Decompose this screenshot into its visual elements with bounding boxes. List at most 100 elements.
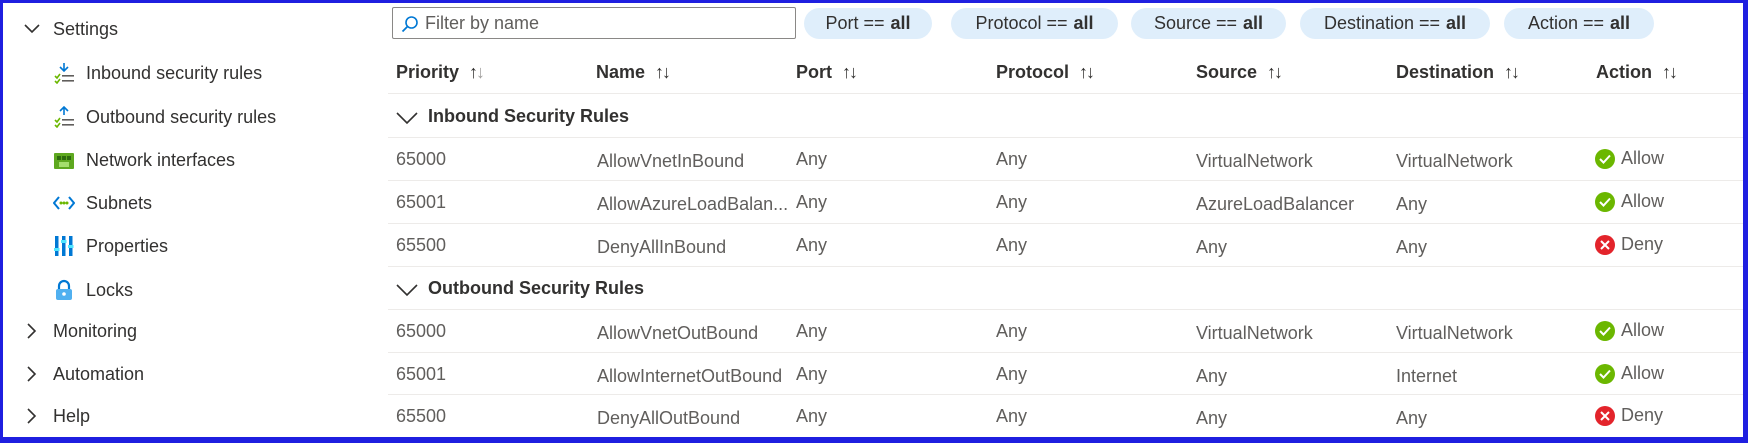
cell-protocol: Any [996, 406, 1028, 426]
cell-destination: Internet [1396, 366, 1458, 386]
sort-icon: ↑↓ [1504, 61, 1520, 82]
sort-icon: ↑↓ [655, 61, 671, 82]
row-divider [388, 309, 1743, 310]
sidebar-item-subnets[interactable]: Subnets [3, 183, 388, 223]
filter-pill-value: all [890, 13, 911, 33]
filter-pill-source[interactable]: Source == all [1131, 8, 1286, 39]
network-interface-icon [53, 149, 75, 171]
filter-pill-prefix: Action == [1527, 13, 1605, 33]
sidebar-item-label: Outbound security rules [86, 106, 277, 127]
filter-pill-value: all [1446, 13, 1467, 33]
group-header-label: Outbound Security Rules [428, 277, 645, 298]
sort-icon: ↑↓ [1662, 61, 1678, 82]
cell-port: Any [796, 149, 828, 169]
cell-source: Any [1196, 408, 1228, 428]
sidebar-item-inbound-security-rules[interactable]: Inbound security rules [3, 53, 388, 93]
column-header-label: Destination [1396, 61, 1495, 82]
action-label: Deny [1621, 234, 1664, 254]
sidebar-item-label: Subnets [86, 192, 153, 213]
sort-icon: ↑↓ [1267, 61, 1283, 82]
sidebar: Settings Inbound security rules Outbound… [3, 3, 388, 437]
cell-port: Any [796, 192, 828, 212]
cell-source: VirtualNetwork [1196, 323, 1313, 343]
cell-action: Allow [1595, 148, 1664, 169]
header-divider [388, 93, 1743, 94]
sidebar-group-monitoring[interactable]: Monitoring [3, 311, 388, 351]
row-divider [388, 223, 1743, 224]
cell-destination: VirtualNetwork [1396, 323, 1513, 343]
filter-by-name-box[interactable] [392, 7, 796, 39]
sidebar-group-label: Help [53, 405, 91, 426]
cell-protocol: Any [996, 321, 1028, 341]
filter-pill-protocol[interactable]: Protocol == all [951, 8, 1118, 39]
cell-priority: 65500 [396, 406, 447, 426]
column-header-label: Port [796, 61, 832, 82]
cell-source: Any [1196, 366, 1228, 386]
sidebar-item-outbound-security-rules[interactable]: Outbound security rules [3, 97, 388, 137]
cell-action: Allow [1595, 191, 1664, 212]
row-divider [388, 137, 1743, 138]
checkmark-circle-icon [1595, 191, 1615, 212]
column-header-action[interactable]: Action ↑↓ [1596, 56, 1678, 88]
group-header-inbound[interactable]: Inbound Security Rules [388, 98, 1588, 134]
filter-pill-action[interactable]: Action == all [1504, 8, 1654, 39]
cell-protocol: Any [996, 235, 1028, 255]
chevron-down-icon [396, 109, 418, 125]
filter-pill-port[interactable]: Port == all [804, 8, 932, 39]
subnet-icon [52, 192, 76, 214]
column-header-destination[interactable]: Destination ↑↓ [1396, 56, 1520, 88]
filter-by-name-input[interactable] [425, 10, 785, 36]
cell-port: Any [796, 321, 828, 341]
column-header-label: Action [1596, 61, 1652, 82]
properties-icon [53, 235, 75, 257]
cell-port: Any [796, 235, 828, 255]
column-header-name[interactable]: Name ↑↓ [596, 56, 671, 88]
sort-icon: ↑↓ [469, 61, 485, 82]
sidebar-item-label: Properties [86, 235, 169, 256]
column-header-protocol[interactable]: Protocol ↑↓ [996, 56, 1095, 88]
column-header-label: Priority [396, 61, 460, 82]
cell-destination: Any [1396, 408, 1428, 428]
deny-x-circle-icon [1595, 405, 1615, 426]
cell-protocol: Any [996, 149, 1028, 169]
sidebar-group-label: Monitoring [53, 320, 138, 341]
cell-name: AllowAzureLoadBalan... [597, 194, 787, 214]
cell-action: Deny [1595, 234, 1663, 255]
column-header-priority[interactable]: Priority ↑↓ [396, 56, 485, 88]
sidebar-group-automation[interactable]: Automation [3, 354, 388, 394]
search-icon [401, 15, 419, 33]
lock-icon [53, 279, 75, 301]
sidebar-item-label: Inbound security rules [86, 62, 263, 83]
cell-protocol: Any [996, 364, 1028, 384]
row-divider [388, 266, 1743, 267]
filter-pill-prefix: Protocol == [975, 13, 1068, 33]
column-header-source[interactable]: Source ↑↓ [1196, 56, 1283, 88]
sidebar-group-label: Settings [53, 18, 119, 39]
filter-pill-destination[interactable]: Destination == all [1300, 8, 1490, 39]
column-header-port[interactable]: Port ↑↓ [796, 56, 858, 88]
sidebar-group-help[interactable]: Help [3, 396, 388, 436]
cell-priority: 65001 [396, 364, 447, 384]
filter-pill-value: all [1073, 13, 1094, 33]
cell-source: AzureLoadBalancer [1196, 194, 1355, 214]
column-header-label: Protocol [996, 61, 1070, 82]
sort-icon: ↑↓ [842, 61, 858, 82]
chevron-down-icon [23, 20, 41, 38]
cell-name: AllowVnetInBound [597, 151, 745, 171]
sidebar-item-label: Locks [86, 279, 134, 300]
cell-priority: 65000 [396, 321, 447, 341]
window-frame: Settings Inbound security rules Outbound… [0, 0, 1748, 443]
sidebar-item-network-interfaces[interactable]: Network interfaces [3, 140, 388, 180]
sidebar-group-label: Automation [53, 363, 145, 384]
action-label: Allow [1621, 148, 1665, 168]
group-header-outbound[interactable]: Outbound Security Rules [388, 270, 1588, 306]
sidebar-item-locks[interactable]: Locks [3, 270, 388, 310]
chevron-right-icon [23, 407, 41, 425]
cell-destination: VirtualNetwork [1396, 151, 1513, 171]
sidebar-group-settings[interactable]: Settings [3, 9, 388, 49]
checkmark-circle-icon [1595, 363, 1615, 384]
column-header-label: Name [596, 61, 646, 82]
cell-action: Allow [1595, 363, 1664, 384]
sidebar-item-properties[interactable]: Properties [3, 226, 388, 266]
row-divider [388, 352, 1743, 353]
